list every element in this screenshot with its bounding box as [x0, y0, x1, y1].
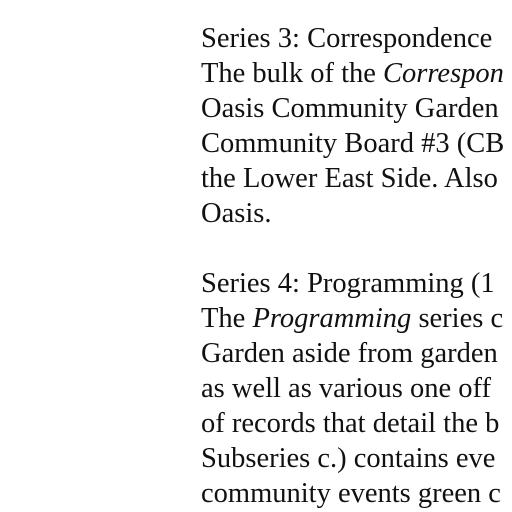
series-3-line-3: Community Board #3 (CB [201, 128, 505, 159]
series-4-heading: Series 4: Programming (1 [201, 268, 495, 299]
series-3-line-5: Oasis. [201, 198, 272, 229]
series-4-line-1-pre: The [201, 303, 253, 334]
series-4-line-2: Garden aside from garden [201, 338, 498, 369]
series-3-line-1: The bulk of the Correspon [201, 56, 512, 91]
series-3-line-1-text: The bulk of the [201, 58, 384, 89]
series-3-line-2: Oasis Community Garden [201, 93, 499, 124]
series-4-line-1-italic: Programming [252, 303, 412, 334]
document-text-column: Series 3: Correspondence The bulk of the… [201, 21, 512, 511]
document-page: Series 3: Correspondence The bulk of the… [0, 0, 512, 512]
series-4-line-5: Subseries c.) contains eve [201, 443, 496, 474]
series-4-line-1-post: series c [411, 303, 504, 334]
series-4-line-6: community events green c [201, 478, 501, 509]
series-4-line-1: The Programming series c [201, 301, 512, 336]
series-3-line-1-italic: Correspon [383, 58, 504, 89]
series-3-line-4: the Lower East Side. Also [201, 163, 498, 194]
series-3-heading: Series 3: Correspondence [201, 23, 493, 54]
series-4-line-4: of records that detail the b [201, 408, 500, 439]
series-4-line-3: as well as various one off [201, 373, 491, 404]
